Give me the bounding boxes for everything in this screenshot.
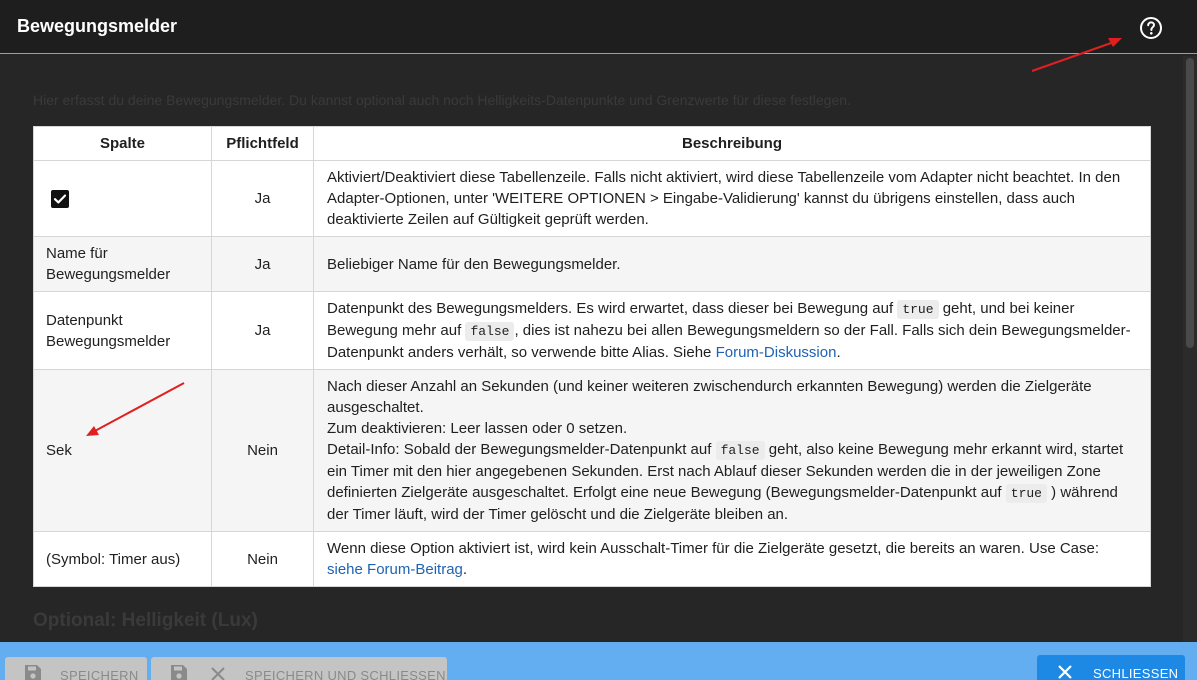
- help-circle-icon[interactable]: [1139, 16, 1163, 40]
- close-button[interactable]: SCHLIESSEN: [1037, 655, 1185, 680]
- intro-text: Hier erfasst du deine Bewegungsmelder. D…: [33, 92, 851, 108]
- section-heading-brightness: Optional: Helligkeit (Lux): [33, 610, 258, 631]
- code-value-true: true: [1005, 484, 1047, 503]
- description-cell: Datenpunkt des Bewegungsmelders. Es wird…: [313, 291, 1151, 370]
- dialog-footer: SPEICHERN SPEICHERN UND SCHLIESSEN SCHLI…: [0, 642, 1197, 680]
- save-button[interactable]: SPEICHERN: [5, 657, 147, 680]
- table-header-row: Spalte Pflichtfeld Beschreibung: [33, 126, 1151, 161]
- forum-discussion-link[interactable]: Forum-Diskussion: [716, 344, 837, 361]
- save-label: SPEICHERN: [60, 668, 139, 680]
- table-row: Sek Nein Nach dieser Anzahl an Sekunden …: [33, 369, 1151, 532]
- column-cell: Name für Bewegungsmelder: [33, 236, 212, 292]
- column-cell: Sek: [33, 369, 212, 532]
- dialog-title: Bewegungsmelder: [17, 16, 178, 36]
- save-and-close-button[interactable]: SPEICHERN UND SCHLIESSEN: [151, 657, 447, 680]
- description-text: Wenn diese Option aktiviert ist, wird ke…: [327, 540, 1100, 557]
- save-icon: [25, 665, 41, 680]
- help-table: Spalte Pflichtfeld Beschreibung Ja Aktiv…: [33, 126, 1151, 587]
- description-text: Zum deaktivieren: Leer lassen oder 0 set…: [327, 420, 628, 437]
- required-cell: Ja: [211, 236, 314, 292]
- required-cell: Ja: [211, 291, 314, 370]
- description-cell: Beliebiger Name für den Bewegungsmelder.: [313, 236, 1151, 292]
- scrollbar-thumb[interactable]: [1186, 58, 1194, 348]
- close-label: SCHLIESSEN: [1093, 666, 1179, 680]
- column-cell: [33, 160, 212, 237]
- checkbox-checked-icon: [51, 190, 69, 209]
- description-cell: Wenn diese Option aktiviert ist, wird ke…: [313, 531, 1151, 587]
- description-text: .: [462, 561, 468, 578]
- description-text: Datenpunkt des Bewegungsmelders. Es wird…: [327, 300, 894, 317]
- required-cell: Nein: [211, 531, 314, 587]
- header-spalte: Spalte: [33, 126, 212, 161]
- save-and-close-label: SPEICHERN UND SCHLIESSEN: [245, 668, 446, 680]
- table-row: Datenpunkt Bewegungsmelder Ja Datenpunkt…: [33, 291, 1151, 370]
- header-beschreibung: Beschreibung: [313, 126, 1151, 161]
- code-value-false: false: [465, 322, 515, 341]
- description-cell: Nach dieser Anzahl an Sekunden (und kein…: [313, 369, 1151, 532]
- column-cell: (Symbol: Timer aus): [33, 531, 212, 587]
- table-row: (Symbol: Timer aus) Nein Wenn diese Opti…: [33, 531, 1151, 587]
- description-text: Detail-Info: Sobald der Bewegungsmelder-…: [327, 441, 712, 458]
- dialog-titlebar: Bewegungsmelder: [0, 0, 1197, 54]
- save-icon: [171, 665, 187, 680]
- description-text: .: [836, 344, 841, 361]
- column-cell: Datenpunkt Bewegungsmelder: [33, 291, 212, 370]
- description-text: Detail-Info: Sobald der Bewegungsmelder-…: [327, 439, 1137, 525]
- required-cell: Ja: [211, 160, 314, 237]
- code-value-false: false: [715, 441, 765, 460]
- code-value-true: true: [897, 300, 939, 319]
- close-x-icon: [1058, 665, 1072, 679]
- description-text: Nach dieser Anzahl an Sekunden (und kein…: [327, 378, 1092, 416]
- table-row: Ja Aktiviert/Deaktiviert diese Tabellenz…: [33, 160, 1151, 237]
- header-pflichtfeld: Pflichtfeld: [211, 126, 314, 161]
- description-cell: Aktiviert/Deaktiviert diese Tabellenzeil…: [313, 160, 1151, 237]
- close-x-icon: [211, 667, 225, 680]
- forum-post-link[interactable]: siehe Forum-Beitrag: [327, 561, 463, 578]
- required-cell: Nein: [211, 369, 314, 532]
- table-row: Name für Bewegungsmelder Ja Beliebiger N…: [33, 236, 1151, 292]
